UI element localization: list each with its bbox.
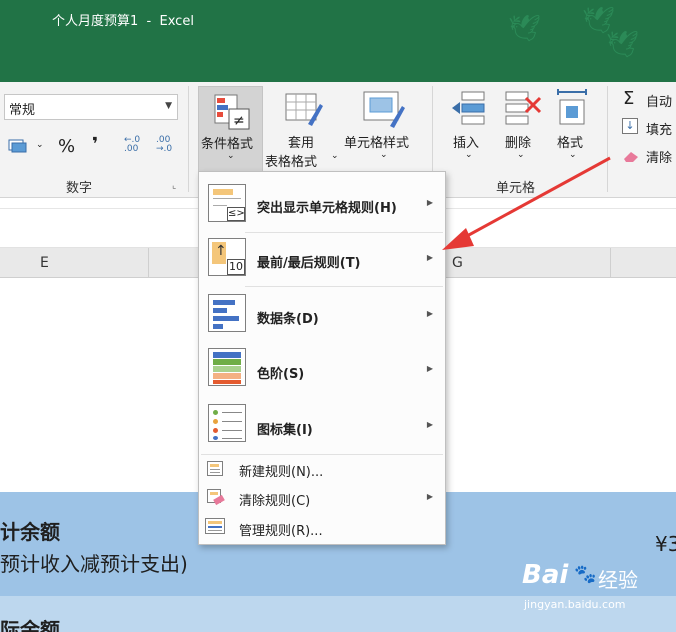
dialog-launcher-icon[interactable]: ⌞ xyxy=(172,181,176,191)
watermark: Bai 🐾 经验 jingyan.baidu.com xyxy=(518,560,668,630)
menu-item-color-scales[interactable]: 色阶(S) ▶ xyxy=(199,344,445,396)
chevron-down-icon[interactable]: ⌄ xyxy=(380,150,388,160)
menu-item-top-bottom-rules[interactable]: ↑ 10 最前/最后规则(T) ▶ xyxy=(199,234,445,286)
comma-button[interactable]: ❜ xyxy=(92,134,98,155)
autosum-icon[interactable]: Σ xyxy=(623,88,634,109)
menu-item-new-rule[interactable]: 新建规则(N)... xyxy=(199,456,445,482)
svg-text:≠: ≠ xyxy=(233,113,245,129)
menu-item-manage-rules[interactable]: 管理规则(R)... xyxy=(199,514,445,540)
conditional-format-icon: ≠ xyxy=(214,94,250,130)
highlight-cells-icon: ≤> xyxy=(208,184,246,222)
watermark-brand: Bai xyxy=(522,560,569,590)
menu-item-label: 数据条(D) xyxy=(257,312,319,327)
clear-label[interactable]: 清除 xyxy=(646,147,672,166)
compare-icon-text: ≤> xyxy=(227,207,245,221)
chevron-down-icon: ▼ xyxy=(165,101,172,111)
menu-divider xyxy=(201,454,443,455)
insert-label[interactable]: 插入 xyxy=(453,132,479,151)
percent-button[interactable]: % xyxy=(58,136,75,157)
annotation-arrow-icon xyxy=(442,156,611,250)
cell-styles-label[interactable]: 单元格样式 xyxy=(344,132,409,151)
format-as-table-label-2[interactable]: 表格格式 xyxy=(265,151,317,170)
number-format-select[interactable]: 常规 ▼ xyxy=(4,94,178,120)
bird-decoration-icon: 🕊 xyxy=(606,30,640,60)
clear-rules-icon xyxy=(207,489,225,506)
number-group-label: 数字 xyxy=(66,181,93,196)
projected-balance-title: 计余额 xyxy=(0,520,60,544)
window-title: 个人月度预算1 - Excel xyxy=(52,14,194,29)
menu-item-label: 图标集(I) xyxy=(257,423,313,438)
menu-item-icon-sets[interactable]: 图标集(I) ▶ xyxy=(199,400,445,452)
manage-rules-icon xyxy=(205,518,225,534)
autosum-label[interactable]: 自动 xyxy=(646,91,672,110)
conditional-format-menu: ≤> 突出显示单元格规则(H) ▶ ↑ 10 最前/最后规则(T) ▶ 数据条(… xyxy=(198,171,446,545)
title-bar: 个人月度预算1 - Excel 🕊 🕊 🕊 xyxy=(0,0,676,82)
menu-item-label: 清除规则(C) xyxy=(239,494,311,509)
new-rule-icon xyxy=(207,461,223,476)
group-separator xyxy=(188,86,189,192)
color-scales-icon xyxy=(208,348,246,386)
actual-balance-title: 际余额 xyxy=(0,618,60,632)
chevron-down-icon: ⌄ xyxy=(227,151,235,161)
bird-decoration-icon: 🕊 xyxy=(508,14,542,44)
fill-down-icon[interactable]: ↓ xyxy=(622,118,638,134)
format-label[interactable]: 格式 xyxy=(557,132,583,151)
paw-icon: 🐾 xyxy=(574,564,597,585)
submenu-arrow-icon: ▶ xyxy=(426,364,433,373)
format-as-table-label-1[interactable]: 套用 xyxy=(288,132,314,151)
menu-divider xyxy=(245,286,443,287)
menu-item-label: 突出显示单元格规则(H) xyxy=(257,201,397,216)
fill-label[interactable]: 填充 xyxy=(646,119,672,138)
format-cells-icon[interactable] xyxy=(556,88,590,134)
menu-item-label: 最前/最后规则(T) xyxy=(257,256,361,271)
cell-styles-icon[interactable] xyxy=(362,88,406,130)
menu-item-label: 色阶(S) xyxy=(257,367,305,382)
menu-item-label: 管理规则(R)... xyxy=(239,524,323,539)
icon-sets-icon xyxy=(208,404,246,442)
conditional-format-button[interactable]: ≠ 条件格式 ⌄ xyxy=(198,86,263,172)
column-header-e[interactable]: E xyxy=(40,255,49,271)
data-bars-icon xyxy=(208,294,246,332)
decrease-decimal-button[interactable]: .00 →.0 xyxy=(156,136,172,154)
top-ten-icon-text: 10 xyxy=(227,259,245,275)
chevron-down-icon[interactable]: ⌄ xyxy=(36,140,44,150)
submenu-arrow-icon: ▶ xyxy=(426,492,433,501)
menu-item-highlight-cells-rules[interactable]: ≤> 突出显示单元格规则(H) ▶ xyxy=(199,178,445,230)
accounting-format-icon[interactable] xyxy=(8,137,30,155)
submenu-arrow-icon: ▶ xyxy=(426,309,433,318)
projected-balance-subtitle: 预计收入减预计支出) xyxy=(0,552,188,576)
menu-item-label: 新建规则(N)... xyxy=(239,465,324,480)
delete-cells-icon[interactable] xyxy=(504,90,544,134)
conditional-format-label: 条件格式 xyxy=(201,137,254,152)
delete-label[interactable]: 删除 xyxy=(505,132,531,151)
number-format-value: 常规 xyxy=(9,103,36,118)
submenu-arrow-icon: ▶ xyxy=(426,420,433,429)
format-as-table-icon[interactable] xyxy=(284,90,324,130)
menu-item-data-bars[interactable]: 数据条(D) ▶ xyxy=(199,290,445,342)
watermark-url: jingyan.baidu.com xyxy=(524,598,626,611)
menu-item-clear-rules[interactable]: 清除规则(C) ▶ xyxy=(199,485,445,511)
increase-decimal-button[interactable]: ←.0 .00 xyxy=(124,136,140,154)
top-bottom-icon: ↑ 10 xyxy=(208,238,246,276)
watermark-brand-2: 经验 xyxy=(598,568,638,592)
chevron-down-icon[interactable]: ⌄ xyxy=(331,151,339,161)
insert-cells-icon[interactable] xyxy=(450,90,486,134)
projected-balance-value: ¥3 xyxy=(655,532,676,556)
menu-divider xyxy=(245,232,443,233)
